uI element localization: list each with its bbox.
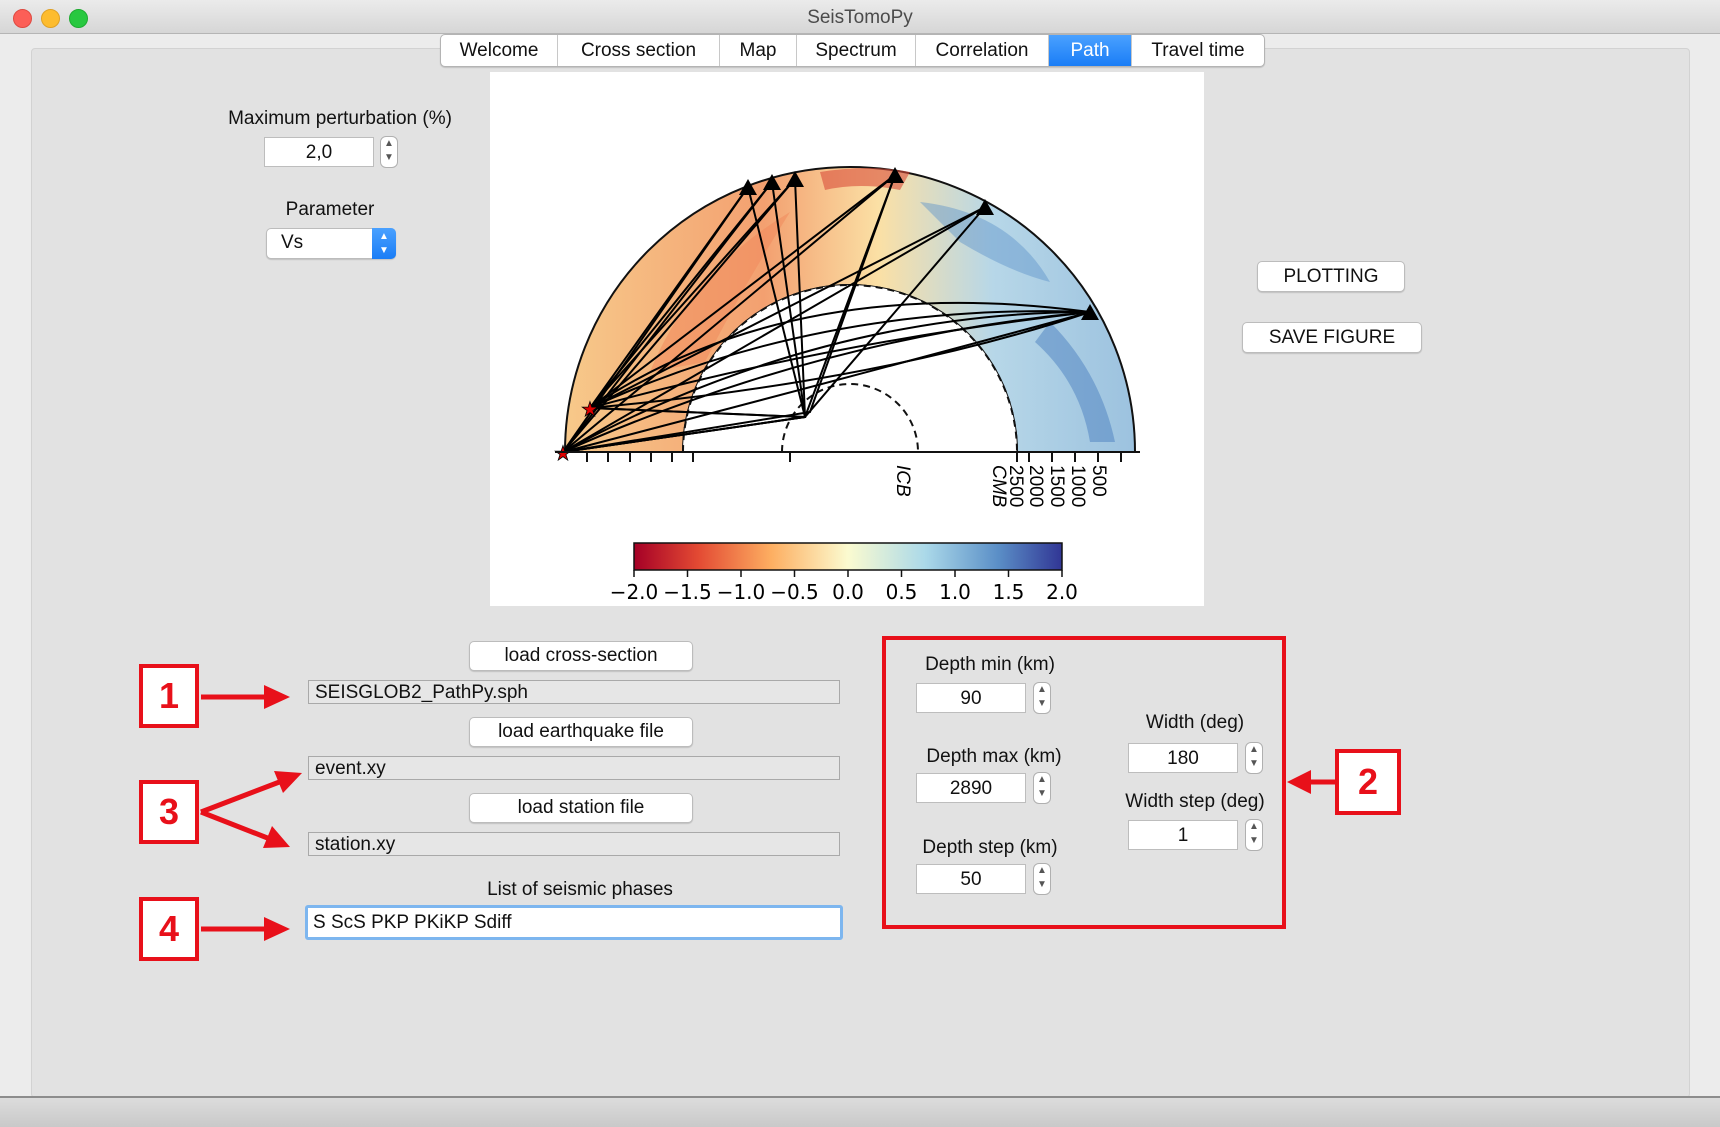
arrow-3-upper	[200, 778, 283, 815]
arrow-1-head	[264, 685, 290, 709]
arrow-4-head	[264, 917, 290, 941]
annotation-arrows	[200, 685, 1335, 941]
arrow-2-head	[1287, 770, 1311, 794]
arrow-3-lower	[200, 809, 271, 842]
